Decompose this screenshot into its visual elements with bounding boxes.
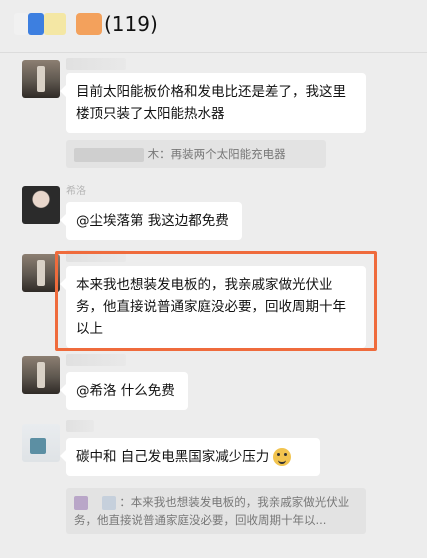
message-text: 碳中和 自己发电黑国家减少压力 [76, 449, 270, 465]
chat-title-bar: (119) [0, 0, 427, 53]
sender-name: 希洛 [66, 186, 86, 197]
quote-text: 木：再装两个太阳能充电器 [147, 147, 286, 161]
quote-text: ：本来我也想装发电板的，我亲戚家做光伏业务，他直接说普通家庭没必要，回收周期十年… [74, 495, 350, 527]
message-bubble[interactable]: @尘埃落第 我这边都免费 [60, 202, 242, 240]
smile-emoji-icon [273, 448, 292, 466]
sender-name-redacted [66, 58, 126, 70]
avatar[interactable] [22, 356, 60, 394]
message-bubble[interactable]: 目前太阳能板价格和发电比还是差了，我这里楼顶只装了太阳能热水器 [60, 73, 366, 133]
avatar[interactable] [22, 60, 60, 98]
sender-name-redacted [66, 420, 94, 432]
avatar[interactable] [22, 424, 60, 462]
message-bubble[interactable]: @希洛 什么免费 [60, 372, 188, 410]
message-bubble[interactable]: 碳中和 自己发电黑国家减少压力 [60, 438, 320, 476]
quoted-message[interactable]: ：本来我也想装发电板的，我亲戚家做光伏业务，他直接说普通家庭没必要，回收周期十年… [66, 488, 366, 534]
quoted-message[interactable]: 木：再装两个太阳能充电器 [66, 140, 326, 168]
member-count: (119) [104, 12, 158, 36]
avatar[interactable] [22, 186, 60, 224]
sender-name-redacted [66, 354, 126, 366]
highlight-box [55, 251, 377, 351]
